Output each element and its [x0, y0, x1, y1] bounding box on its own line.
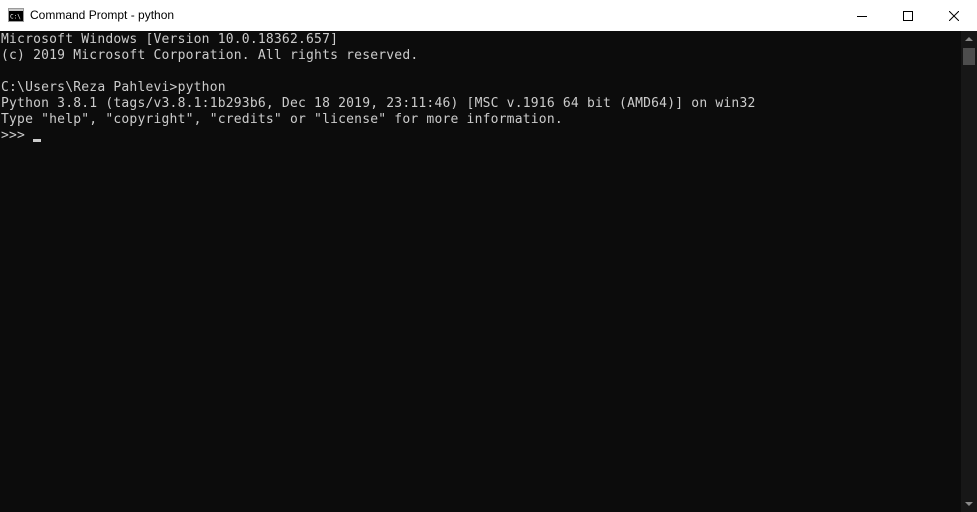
command-prompt-icon: C:\	[8, 8, 24, 22]
maximize-button[interactable]	[885, 0, 931, 31]
console-line: C:\Users\Reza Pahlevi>python	[1, 80, 226, 95]
vertical-scrollbar[interactable]	[961, 31, 977, 512]
console-line: (c) 2019 Microsoft Corporation. All righ…	[1, 48, 419, 63]
scroll-down-arrow-icon[interactable]	[961, 496, 977, 512]
scrollbar-thumb[interactable]	[963, 48, 975, 65]
minimize-icon	[857, 15, 867, 17]
console-line: Python 3.8.1 (tags/v3.8.1:1b293b6, Dec 1…	[1, 96, 756, 111]
window-title: Command Prompt - python	[30, 8, 175, 22]
maximize-icon	[903, 10, 913, 21]
minimize-button[interactable]	[839, 0, 885, 31]
scroll-up-arrow-icon[interactable]	[961, 31, 977, 47]
close-button[interactable]	[931, 0, 977, 31]
console-line: Type "help", "copyright", "credits" or "…	[1, 112, 563, 127]
close-icon	[949, 10, 959, 21]
console-line: Microsoft Windows [Version 10.0.18362.65…	[1, 32, 339, 47]
console-output[interactable]: Microsoft Windows [Version 10.0.18362.65…	[0, 31, 961, 512]
svg-text:C:\: C:\	[10, 14, 21, 21]
title-bar[interactable]: C:\ Command Prompt - python	[0, 0, 977, 31]
command-prompt-window: C:\ Command Prompt - python Microsoft Wi…	[0, 0, 977, 512]
text-cursor	[33, 139, 41, 142]
console-prompt: >>>	[1, 128, 34, 143]
